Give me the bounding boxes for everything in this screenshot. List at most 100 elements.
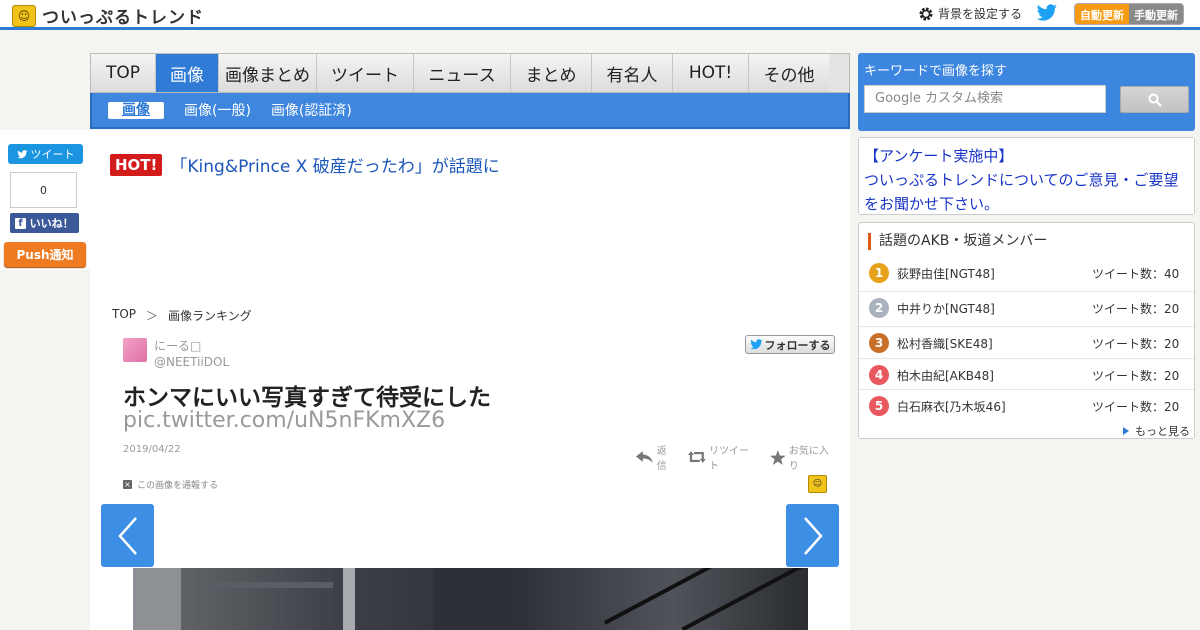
- tweet-text: ホンマにいい写真すぎて待受にした: [123, 385, 491, 411]
- search-label: キーワードで画像を探す: [864, 64, 1008, 79]
- tweet-photo[interactable]: [133, 568, 808, 630]
- facebook-like-button[interactable]: f いいね！: [10, 213, 79, 233]
- bg-setting-link[interactable]: 背景を設定する: [918, 5, 1022, 22]
- search-icon: [1148, 93, 1162, 107]
- member-name[interactable]: 松村香織[SKE48]: [897, 335, 993, 352]
- facebook-icon: f: [15, 217, 26, 229]
- follow-button[interactable]: フォローする: [745, 335, 835, 354]
- reply-icon: [636, 451, 653, 463]
- main-nav: TOP 画像 画像まとめ ツイート ニュース まとめ 有名人 HOT! その他: [90, 53, 850, 93]
- chevron-right-icon: [803, 516, 823, 555]
- like-count: 0: [10, 172, 77, 208]
- like-label: いいね！: [29, 217, 74, 230]
- manual-update-button[interactable]: 手動更新: [1129, 4, 1183, 24]
- next-image-button[interactable]: [786, 504, 839, 567]
- tab-image[interactable]: 画像: [156, 54, 219, 92]
- bg-setting-label: 背景を設定する: [938, 7, 1023, 21]
- subtab-image-verified[interactable]: 画像(認証済): [271, 100, 352, 120]
- tweet-count: ツイート数：20: [1092, 337, 1180, 351]
- favorite-action[interactable]: お気に入り: [770, 442, 838, 472]
- tab-other[interactable]: その他: [749, 54, 829, 92]
- tab-top[interactable]: TOP: [91, 54, 156, 92]
- prev-image-button[interactable]: [101, 504, 154, 567]
- hot-topic-link[interactable]: 「King&Prince X 破産だったわ」が話題に: [170, 152, 499, 177]
- avatar[interactable]: [123, 338, 147, 362]
- tab-matome[interactable]: まとめ: [511, 54, 592, 92]
- tab-news[interactable]: ニュース: [414, 54, 511, 92]
- survey-banner[interactable]: 【アンケート実施中】 ついっぷるトレンドについてのご意見・ご要望をお聞かせ下さい…: [858, 137, 1195, 215]
- ranking-row[interactable]: 3 松村香織[SKE48] ツイート数：20: [859, 326, 1194, 360]
- rank-4-icon: 4: [869, 365, 889, 385]
- hot-badge: HOT!: [110, 153, 163, 176]
- sub-nav: 画像 画像(一般) 画像(認証済): [90, 93, 850, 129]
- tweet-image-link[interactable]: pic.twitter.com/uN5nFKmXZ6: [123, 408, 445, 433]
- hot-topic[interactable]: HOT! 「King&Prince X 破産だったわ」が話題に: [110, 152, 500, 177]
- breadcrumb-current: 画像ランキング: [168, 309, 252, 323]
- tweet-author[interactable]: にーる□ @NEETiiDOL: [123, 338, 229, 370]
- member-name[interactable]: 中井りか[NGT48]: [897, 300, 995, 317]
- rank-5-icon: 5: [869, 396, 889, 416]
- breadcrumb-separator: ＞: [146, 309, 159, 323]
- update-toggle: 自動更新 手動更新: [1074, 3, 1184, 25]
- ranking-row[interactable]: 4 柏木由紀[AKB48] ツイート数：20: [859, 358, 1194, 392]
- tweet-date: 2019/04/22: [123, 444, 181, 455]
- tweet-share-button[interactable]: ツイート: [8, 144, 83, 164]
- retweet-label: リツイート: [709, 446, 750, 472]
- star-icon: [770, 449, 786, 465]
- tab-celebrity[interactable]: 有名人: [592, 54, 673, 92]
- tweet-count: ツイート数：40: [1092, 267, 1180, 281]
- survey-text: ついっぷるトレンドについてのご意見・ご要望をお聞かせ下さい。: [864, 171, 1179, 213]
- member-name[interactable]: 白石麻衣[乃木坂46]: [897, 398, 1006, 415]
- retweet-icon: [688, 451, 707, 463]
- ranking-row[interactable]: 2 中井りか[NGT48] ツイート数：20: [859, 291, 1194, 325]
- member-name[interactable]: 柏木由紀[AKB48]: [897, 367, 994, 384]
- member-name[interactable]: 荻野由佳[NGT48]: [897, 265, 995, 282]
- author-display-name[interactable]: にーる□: [154, 338, 229, 354]
- retweet-action[interactable]: リツイート: [688, 442, 758, 472]
- member-ranking: 話題のAKB・坂道メンバー 1 荻野由佳[NGT48] ツイート数：40 2 中…: [858, 222, 1195, 439]
- tweet-count: ツイート数：20: [1092, 400, 1180, 414]
- follow-label: フォローする: [764, 338, 831, 352]
- author-names: にーる□ @NEETiiDOL: [154, 338, 229, 370]
- more-link[interactable]: もっと見る: [1123, 423, 1190, 439]
- report-label: この画像を通報する: [137, 481, 219, 491]
- ranking-row[interactable]: 1 荻野由佳[NGT48] ツイート数：40: [859, 257, 1194, 291]
- subtab-image[interactable]: 画像: [108, 101, 164, 119]
- push-notification-button[interactable]: Push通知: [4, 242, 86, 267]
- more-label: もっと見る: [1135, 425, 1190, 438]
- chevron-left-icon: [117, 516, 137, 555]
- survey-title: 【アンケート実施中】: [864, 147, 1014, 165]
- twitter-bird-icon: [749, 339, 762, 350]
- site-title: ついっぷるトレンド: [42, 8, 204, 28]
- reply-label: 返信: [656, 446, 667, 472]
- breadcrumb: TOP ＞ 画像ランキング: [112, 307, 262, 324]
- auto-update-button[interactable]: 自動更新: [1075, 4, 1129, 24]
- main-content: HOT! 「King&Prince X 破産だったわ」が話題に TOP ＞ 画像…: [90, 130, 850, 630]
- tweet-count: ツイート数：20: [1092, 302, 1180, 316]
- tweet-actions: 返信 リツイート お気に入り: [636, 442, 850, 472]
- tab-hot[interactable]: HOT!: [673, 54, 749, 92]
- logo-icon: ☺: [12, 4, 36, 27]
- ranking-title: 話題のAKB・坂道メンバー: [868, 233, 1047, 250]
- tab-tweet[interactable]: ツイート: [317, 54, 414, 92]
- reply-action[interactable]: 返信: [636, 442, 676, 472]
- twitter-bird-icon[interactable]: [1036, 4, 1058, 22]
- author-handle[interactable]: @NEETiiDOL: [154, 354, 229, 370]
- favorite-label: お気に入り: [788, 446, 829, 472]
- twitter-bird-icon: [16, 149, 27, 158]
- tab-image-summary[interactable]: 画像まとめ: [219, 54, 317, 92]
- search-input[interactable]: Google カスタム検索: [864, 85, 1106, 113]
- tweet-count: ツイート数：20: [1092, 369, 1180, 383]
- rank-2-icon: 2: [869, 298, 889, 318]
- subtab-image-general[interactable]: 画像(一般): [184, 100, 251, 120]
- tweet-share-label: ツイート: [30, 148, 75, 161]
- report-icon: ×: [123, 480, 132, 489]
- search-button[interactable]: [1120, 86, 1189, 113]
- ranking-row[interactable]: 5 白石麻衣[乃木坂46] ツイート数：20: [859, 389, 1194, 423]
- site-logo[interactable]: ☺ ついっぷるトレンド: [12, 3, 204, 28]
- breadcrumb-top[interactable]: TOP: [112, 307, 136, 324]
- image-search-panel: キーワードで画像を探す Google カスタム検索: [858, 53, 1195, 131]
- report-image-link[interactable]: × この画像を通報する: [123, 478, 218, 491]
- social-share-panel: ツイート 0 f いいね！ Push通知: [0, 130, 90, 270]
- gear-icon: [919, 7, 933, 20]
